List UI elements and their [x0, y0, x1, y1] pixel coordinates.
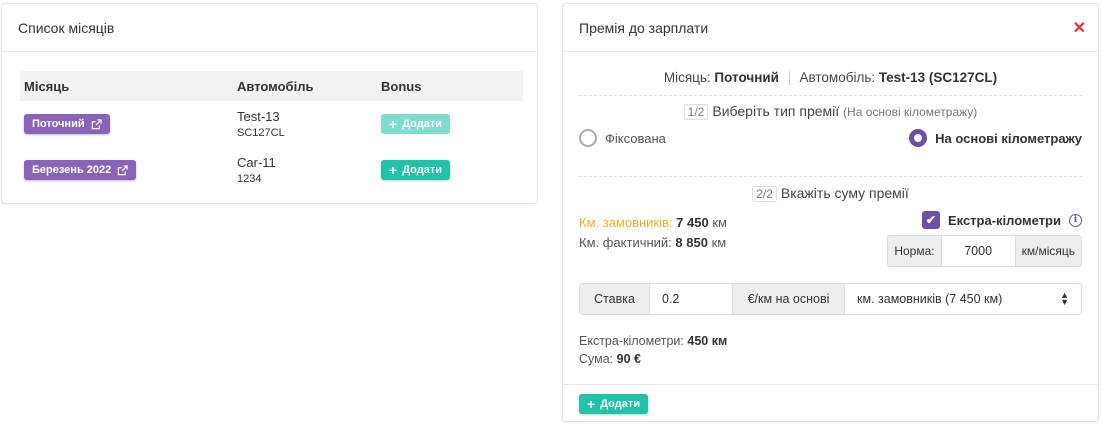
table-row: Поточний Test-13 SC127CL + Додати — [20, 101, 523, 147]
km-customers: Км. замовників: 7 450 км — [579, 215, 727, 230]
car-value: Test-13 (SC127CL) — [878, 70, 998, 85]
rate-label: Ставка — [580, 284, 649, 314]
month-link-current[interactable]: Поточний — [24, 114, 110, 134]
bonus-summary: Екстра-кілометри: 450 км Сума: 90 € — [579, 332, 727, 368]
column-car: Автомобіль — [237, 78, 314, 94]
table-header: Місяць Автомобіль Bonus — [20, 71, 523, 101]
rate-unit: €/км на основі — [733, 284, 844, 314]
months-card: Список місяців Місяць Автомобіль Bonus П… — [1, 3, 538, 204]
month-link-march-2022[interactable]: Березень 2022 — [24, 160, 137, 180]
bonus-type-radios: Фіксована На основі кілометражу — [579, 129, 1082, 147]
bonus-card-title: Премія до зарплати — [563, 4, 1098, 52]
extra-km-summary: Екстра-кілометри: 450 км — [579, 334, 728, 348]
plus-icon: + — [389, 116, 398, 132]
months-card-title: Список місяців — [2, 4, 537, 52]
add-bonus-button[interactable]: + Додати — [381, 114, 450, 134]
footer-divider — [563, 384, 1098, 385]
radio-fixed[interactable]: Фіксована — [579, 129, 666, 147]
step-1-heading: 1/2 Виберіть тип премії (На основі кіломе… — [563, 103, 1098, 120]
rate-basis-select[interactable]: км. замовників (7 450 км) ▲ ▼ — [844, 284, 1081, 314]
rate-input[interactable]: 0.2 — [649, 284, 733, 314]
norm-label: Норма: — [888, 236, 941, 266]
radio-circle[interactable] — [579, 129, 597, 147]
table-row: Березень 2022 Car-11 1234 + Додати — [20, 147, 523, 193]
km-stats: Км. замовників: 7 450 км Км. фактичний: … — [579, 213, 727, 253]
month-value: Поточний — [714, 70, 779, 85]
car-plate: 1234 — [237, 173, 262, 185]
norm-input-group: Норма: 7000 км/місяць — [887, 235, 1082, 267]
column-bonus: Bonus — [381, 78, 422, 94]
months-table: Місяць Автомобіль Bonus Поточний Test-13… — [20, 71, 523, 193]
km-actual: Км. фактичний: 8 850 км — [579, 235, 727, 250]
norm-input[interactable]: 7000 — [940, 236, 1016, 266]
extra-km-checkbox[interactable]: ✔ — [921, 211, 940, 229]
external-link-icon — [91, 118, 102, 129]
car-plate: SC127CL — [237, 127, 285, 139]
plus-icon: + — [389, 162, 398, 178]
step-2-heading: 2/2 Вкажіть суму премії — [563, 185, 1098, 202]
add-bonus-submit-button[interactable]: + Додати — [579, 394, 648, 414]
divider — [579, 95, 1082, 96]
extra-km-toggle[interactable]: ✔ Екстра-кілометри i — [921, 211, 1082, 229]
plus-icon: + — [587, 396, 596, 412]
select-arrows-icon: ▲ ▼ — [1060, 290, 1069, 307]
close-icon[interactable]: ✕ — [1073, 18, 1086, 38]
radio-circle[interactable] — [909, 129, 928, 147]
car-name: Car-11 — [237, 155, 276, 170]
info-icon[interactable]: i — [1069, 213, 1082, 227]
rate-input-group: Ставка 0.2 €/км на основі км. замовників… — [579, 283, 1082, 315]
sum-summary: Сума: 90 € — [579, 352, 641, 366]
bonus-card: Премія до зарплати ✕ Місяць: Поточний Ав… — [562, 3, 1099, 422]
separator — [788, 71, 790, 86]
norm-unit: км/місяць — [1015, 236, 1081, 266]
car-name: Test-13 — [237, 109, 280, 124]
column-month: Місяць — [24, 78, 70, 94]
radio-mileage[interactable]: На основі кілометражу — [909, 129, 1082, 147]
external-link-icon — [118, 164, 128, 175]
selection-info: Місяць: Поточний Автомобіль: Test-13 (SC… — [663, 70, 998, 86]
divider — [579, 176, 1082, 177]
add-bonus-button[interactable]: + Додати — [381, 160, 450, 180]
